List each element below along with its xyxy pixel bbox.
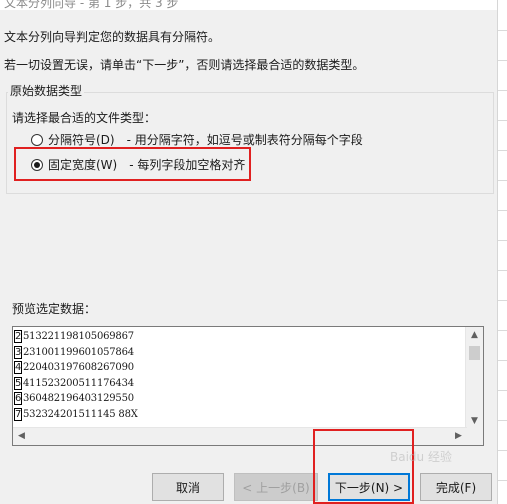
preview-label: 预览选定数据：: [12, 302, 97, 316]
intro-text-2: 若一切设置无误，请单击“下一步”，否则请选择最合适的数据类型。: [4, 58, 365, 72]
back-button[interactable]: < 上一步(B): [234, 473, 318, 501]
scroll-thumb[interactable]: [469, 346, 480, 360]
table-row: 3 231001199601057864: [13, 345, 138, 361]
row-value: 220403197608267090: [23, 362, 134, 374]
table-row: 2 513221198105069867: [13, 329, 138, 345]
radio-delimited[interactable]: 分隔符号(D) - 用分隔字符，如逗号或制表符分隔每个字段: [31, 131, 363, 148]
row-number: 6: [14, 392, 22, 406]
file-type-prompt: 请选择最合适的文件类型：: [12, 111, 157, 125]
row-number: 7: [14, 407, 22, 421]
title-bar: 文本分列向导 - 第 1 步，共 3 步: [0, 0, 497, 10]
row-value: 513221198105069867: [23, 331, 134, 343]
row-value: 231001199601057864: [23, 346, 134, 358]
finish-button[interactable]: 完成(F): [420, 473, 492, 501]
watermark: Baidu 经验: [390, 450, 452, 464]
row-number: 5: [14, 376, 22, 390]
radio-delimited-indicator[interactable]: [31, 133, 43, 146]
row-value: 411523200511176434: [23, 377, 134, 389]
row-value: 532324201511145 88X: [23, 408, 138, 420]
radio-delimited-description: - 用分隔字符，如逗号或制表符分隔每个字段: [126, 133, 363, 147]
groupbox-legend: 原始数据类型: [8, 82, 85, 99]
window-title: 文本分列向导 - 第 1 步，共 3 步: [4, 0, 179, 10]
background-sheet-edge: [497, 0, 507, 504]
row-number: 2: [14, 330, 22, 344]
annotation-highlight-radio: [14, 147, 251, 181]
row-number: 4: [14, 361, 22, 375]
row-number: 3: [14, 345, 22, 359]
table-row: 5 411523200511176434: [13, 376, 138, 392]
table-row: 7 532324201511145 88X: [13, 407, 138, 423]
row-value: 360482196403129550: [23, 393, 134, 405]
table-row: 4 220403197608267090: [13, 360, 138, 376]
preview-vertical-scrollbar[interactable]: ▲ ▼: [465, 327, 483, 430]
radio-delimited-label[interactable]: 分隔符号(D): [48, 131, 115, 148]
preview-pane[interactable]: 2 513221198105069867 3 23100119960105786…: [12, 326, 484, 446]
scrollbar-corner: [466, 428, 483, 445]
annotation-highlight-next: [313, 429, 414, 504]
cancel-button[interactable]: 取消: [152, 473, 224, 501]
preview-rows: 2 513221198105069867 3 23100119960105786…: [13, 329, 138, 422]
scroll-left-icon[interactable]: ◀: [13, 428, 30, 445]
intro-text-1: 文本分列向导判定您的数据具有分隔符。: [4, 30, 221, 44]
table-row: 6 360482196403129550: [13, 391, 138, 407]
scroll-up-icon[interactable]: ▲: [466, 327, 483, 344]
scroll-right-icon[interactable]: ▶: [450, 428, 467, 445]
